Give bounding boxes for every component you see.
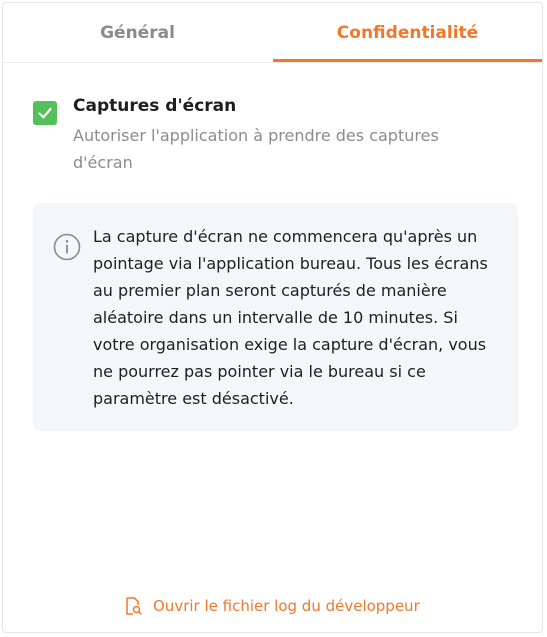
file-search-icon — [126, 597, 142, 615]
tab-bar: Général Confidentialité — [3, 3, 542, 63]
settings-panel: Général Confidentialité Captures d'écran… — [2, 2, 543, 633]
setting-description: Autoriser l'application à prendre des ca… — [73, 126, 439, 172]
screenshots-checkbox[interactable] — [33, 101, 57, 125]
tab-confidentialite[interactable]: Confidentialité — [273, 3, 542, 62]
footer-link-label: Ouvrir le fichier log du développeur — [153, 597, 420, 615]
tab-general[interactable]: Général — [3, 3, 272, 62]
info-box: La capture d'écran ne commencera qu'aprè… — [33, 203, 518, 431]
setting-title: Captures d'écran — [73, 96, 237, 116]
info-message: La capture d'écran ne commencera qu'aprè… — [93, 227, 488, 408]
checkmark-icon — [38, 107, 52, 119]
active-tab-indicator — [273, 59, 542, 62]
open-developer-log-link[interactable]: Ouvrir le fichier log du développeur — [123, 596, 420, 616]
info-icon — [53, 233, 81, 261]
